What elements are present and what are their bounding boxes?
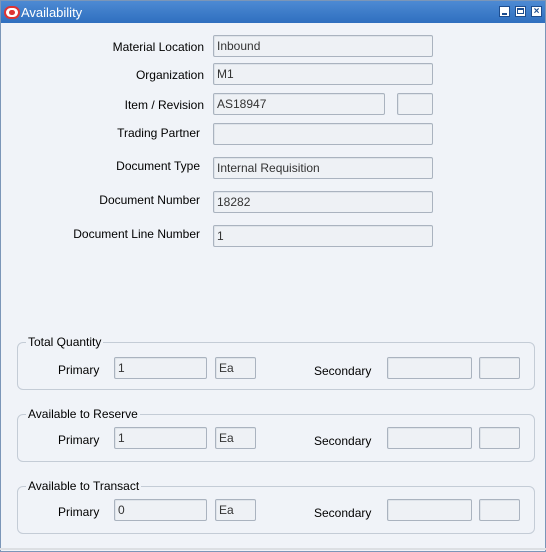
maximize-button[interactable] bbox=[515, 6, 526, 17]
document-type-field[interactable]: Internal Requisition bbox=[213, 157, 433, 179]
item-field[interactable]: AS18947 bbox=[213, 93, 385, 115]
total-secondary-uom-field[interactable] bbox=[479, 357, 520, 379]
reserve-secondary-field[interactable] bbox=[387, 427, 472, 449]
material-location-field[interactable]: Inbound bbox=[213, 35, 433, 57]
total-primary-field[interactable]: 1 bbox=[114, 357, 207, 379]
total-quantity-title: Total Quantity bbox=[26, 335, 104, 349]
total-secondary-field[interactable] bbox=[387, 357, 472, 379]
total-quantity-group: Total Quantity Primary 1 Ea Secondary bbox=[17, 335, 535, 390]
window-title: Availability bbox=[21, 5, 83, 20]
trading-partner-label: Trading Partner bbox=[117, 126, 200, 140]
available-to-transact-title: Available to Transact bbox=[26, 479, 142, 493]
document-line-number-field[interactable]: 1 bbox=[213, 225, 433, 247]
revision-field[interactable] bbox=[397, 93, 433, 115]
transact-primary-uom-field[interactable]: Ea bbox=[215, 499, 256, 521]
availability-window: Availability × Material Location Inbound… bbox=[0, 0, 546, 552]
transact-secondary-label: Secondary bbox=[314, 506, 372, 520]
available-to-transact-group: Available to Transact Primary 0 Ea Secon… bbox=[17, 479, 535, 534]
total-secondary-label: Secondary bbox=[314, 364, 372, 378]
reserve-secondary-label: Secondary bbox=[314, 434, 372, 448]
available-to-reserve-group: Available to Reserve Primary 1 Ea Second… bbox=[17, 407, 535, 462]
material-location-label: Material Location bbox=[112, 40, 204, 54]
item-revision-label: Item / Revision bbox=[124, 98, 204, 112]
available-to-reserve-title: Available to Reserve bbox=[26, 407, 140, 421]
transact-primary-label: Primary bbox=[58, 505, 100, 519]
oracle-logo-icon bbox=[4, 6, 20, 19]
total-primary-label: Primary bbox=[58, 363, 100, 377]
transact-secondary-uom-field[interactable] bbox=[479, 499, 520, 521]
organization-field[interactable]: M1 bbox=[213, 63, 433, 85]
reserve-primary-label: Primary bbox=[58, 433, 100, 447]
close-button[interactable]: × bbox=[531, 6, 542, 17]
document-number-label: Document Number bbox=[99, 193, 200, 207]
bottom-divider bbox=[0, 548, 546, 550]
document-number-field[interactable]: 18282 bbox=[213, 191, 433, 213]
transact-primary-field[interactable]: 0 bbox=[114, 499, 207, 521]
reserve-primary-field[interactable]: 1 bbox=[114, 427, 207, 449]
transact-secondary-field[interactable] bbox=[387, 499, 472, 521]
total-primary-uom-field[interactable]: Ea bbox=[215, 357, 256, 379]
document-line-number-label: Document Line Number bbox=[73, 227, 200, 241]
title-bar[interactable]: Availability × bbox=[1, 1, 545, 23]
trading-partner-field[interactable] bbox=[213, 123, 433, 145]
document-type-label: Document Type bbox=[116, 159, 200, 173]
reserve-secondary-uom-field[interactable] bbox=[479, 427, 520, 449]
minimize-button[interactable] bbox=[499, 6, 510, 17]
organization-label: Organization bbox=[135, 68, 204, 82]
reserve-primary-uom-field[interactable]: Ea bbox=[215, 427, 256, 449]
